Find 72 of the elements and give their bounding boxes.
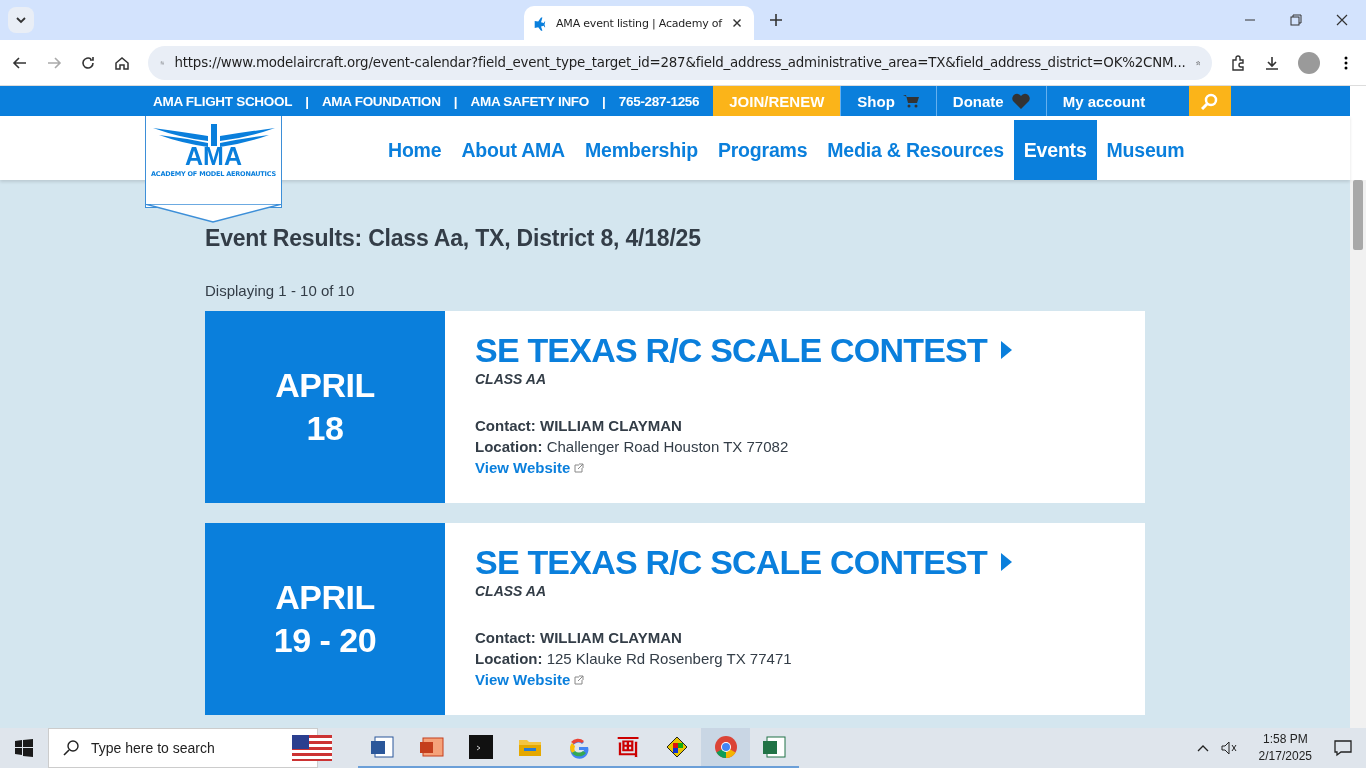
paint-palette-icon xyxy=(664,735,689,759)
chrome-icon xyxy=(713,735,738,759)
location-text: Location: 125 Klauke Rd Rosenberg TX 77471 xyxy=(475,649,793,669)
results-count-text: Displaying 1 - 10 of 10 xyxy=(205,282,356,299)
top-link[interactable]: AMA FOUNDATION xyxy=(321,93,441,109)
url-text: https://www.modelaircraft.org/event-calendar?field_event_type_target_id=287&field_address_administrative_area=TX&field_address_district=OK%2CNM... xyxy=(174,55,1186,70)
presentation-icon xyxy=(419,735,444,759)
external-link-icon xyxy=(574,674,585,685)
separator-text: | xyxy=(453,93,458,109)
contact-text: Contact: WILLIAM CLAYMAN xyxy=(475,416,683,436)
flag-icon xyxy=(292,735,332,761)
nav-item[interactable]: About AMA xyxy=(451,120,575,180)
terminal-icon xyxy=(468,735,493,759)
clock[interactable]: 1:58 PM 2/17/2025 xyxy=(1258,731,1312,765)
cart-icon xyxy=(902,94,920,108)
profile-avatar[interactable] xyxy=(1298,51,1320,74)
notifications-icon[interactable] xyxy=(1334,739,1352,757)
heart-icon xyxy=(1011,93,1030,109)
event-class: CLASS AA xyxy=(475,583,548,599)
event-month: APRIL xyxy=(275,577,375,618)
download-icon[interactable] xyxy=(1264,54,1280,71)
nav-item[interactable]: Home xyxy=(378,120,452,180)
top-link[interactable]: AMA FLIGHT SCHOOL xyxy=(153,93,293,109)
top-link[interactable]: 765-287-1256 xyxy=(618,93,700,109)
external-link-icon xyxy=(574,462,585,473)
search-icon xyxy=(63,740,79,756)
triangle-right-icon xyxy=(1000,341,1012,359)
separator-text: | xyxy=(305,93,309,109)
top-link[interactable]: AMA SAFETY INFO xyxy=(470,93,589,109)
nav-item[interactable]: Membership xyxy=(575,120,708,180)
event-days: 19 - 20 xyxy=(273,619,377,662)
search-icon xyxy=(1201,92,1219,110)
extensions-icon[interactable] xyxy=(1230,54,1246,71)
event-title-link[interactable]: SE TEXAS R/C SCALE CONTEST xyxy=(475,329,1012,371)
search-button[interactable] xyxy=(1188,86,1231,116)
speaker-muted-icon[interactable] xyxy=(1220,740,1237,756)
address-bar[interactable]: https://www.modelaircraft.org/event-calendar?field_event_type_target_id=287&field_address_administrative_area=TX&field_address_district=OK%2CNM... xyxy=(148,45,1212,80)
windows-start-icon[interactable] xyxy=(15,739,33,757)
taskbar-app-button[interactable]: 画 xyxy=(603,728,652,768)
nav-item[interactable]: Programs xyxy=(707,120,818,180)
browser-tab[interactable]: AMA event listing | Academy of xyxy=(524,6,754,40)
close-icon[interactable] xyxy=(1334,12,1350,28)
logo-shield-point-icon xyxy=(145,204,282,223)
event-days: 18 xyxy=(306,407,344,450)
search-placeholder: Type here to search xyxy=(91,740,215,756)
triangle-right-icon xyxy=(1000,553,1012,571)
tab-list-button[interactable] xyxy=(8,7,34,33)
home-icon[interactable] xyxy=(114,54,130,71)
nav-item[interactable]: Museum xyxy=(1096,120,1195,180)
nav-item[interactable]: Media & Resources xyxy=(817,120,1014,180)
reload-icon[interactable] xyxy=(80,54,96,71)
location-text: Location: Challenger Road Houston TX 77082 xyxy=(475,437,790,457)
logo-text: AMA xyxy=(184,144,243,169)
clock-time: 1:58 PM xyxy=(1261,731,1309,748)
page-heading: Event Results: Class Aa, TX, District 8, 4/18/25 xyxy=(205,225,702,252)
taskbar-search-field[interactable]: Type here to search xyxy=(48,728,318,768)
event-class: CLASS AA xyxy=(475,371,548,387)
separator-text: | xyxy=(602,93,606,109)
scrollbar-thumb[interactable] xyxy=(1353,180,1363,250)
nav-item[interactable]: Events xyxy=(1013,120,1097,180)
back-icon[interactable] xyxy=(12,54,28,71)
event-title-link[interactable]: SE TEXAS R/C SCALE CONTEST xyxy=(475,541,1012,583)
spreadsheet-icon xyxy=(762,735,787,759)
contact-text: Contact: WILLIAM CLAYMAN xyxy=(475,628,683,648)
restore-icon[interactable] xyxy=(1288,12,1304,28)
view-website-link[interactable]: View Website xyxy=(475,671,585,688)
clock-date: 2/17/2025 xyxy=(1258,748,1312,765)
word-document-icon xyxy=(370,735,395,759)
view-website-link[interactable]: View Website xyxy=(475,459,585,476)
new-tab-icon[interactable] xyxy=(768,12,784,28)
event-month: APRIL xyxy=(275,365,375,406)
tab-title: AMA event listing | Academy of xyxy=(556,16,722,30)
